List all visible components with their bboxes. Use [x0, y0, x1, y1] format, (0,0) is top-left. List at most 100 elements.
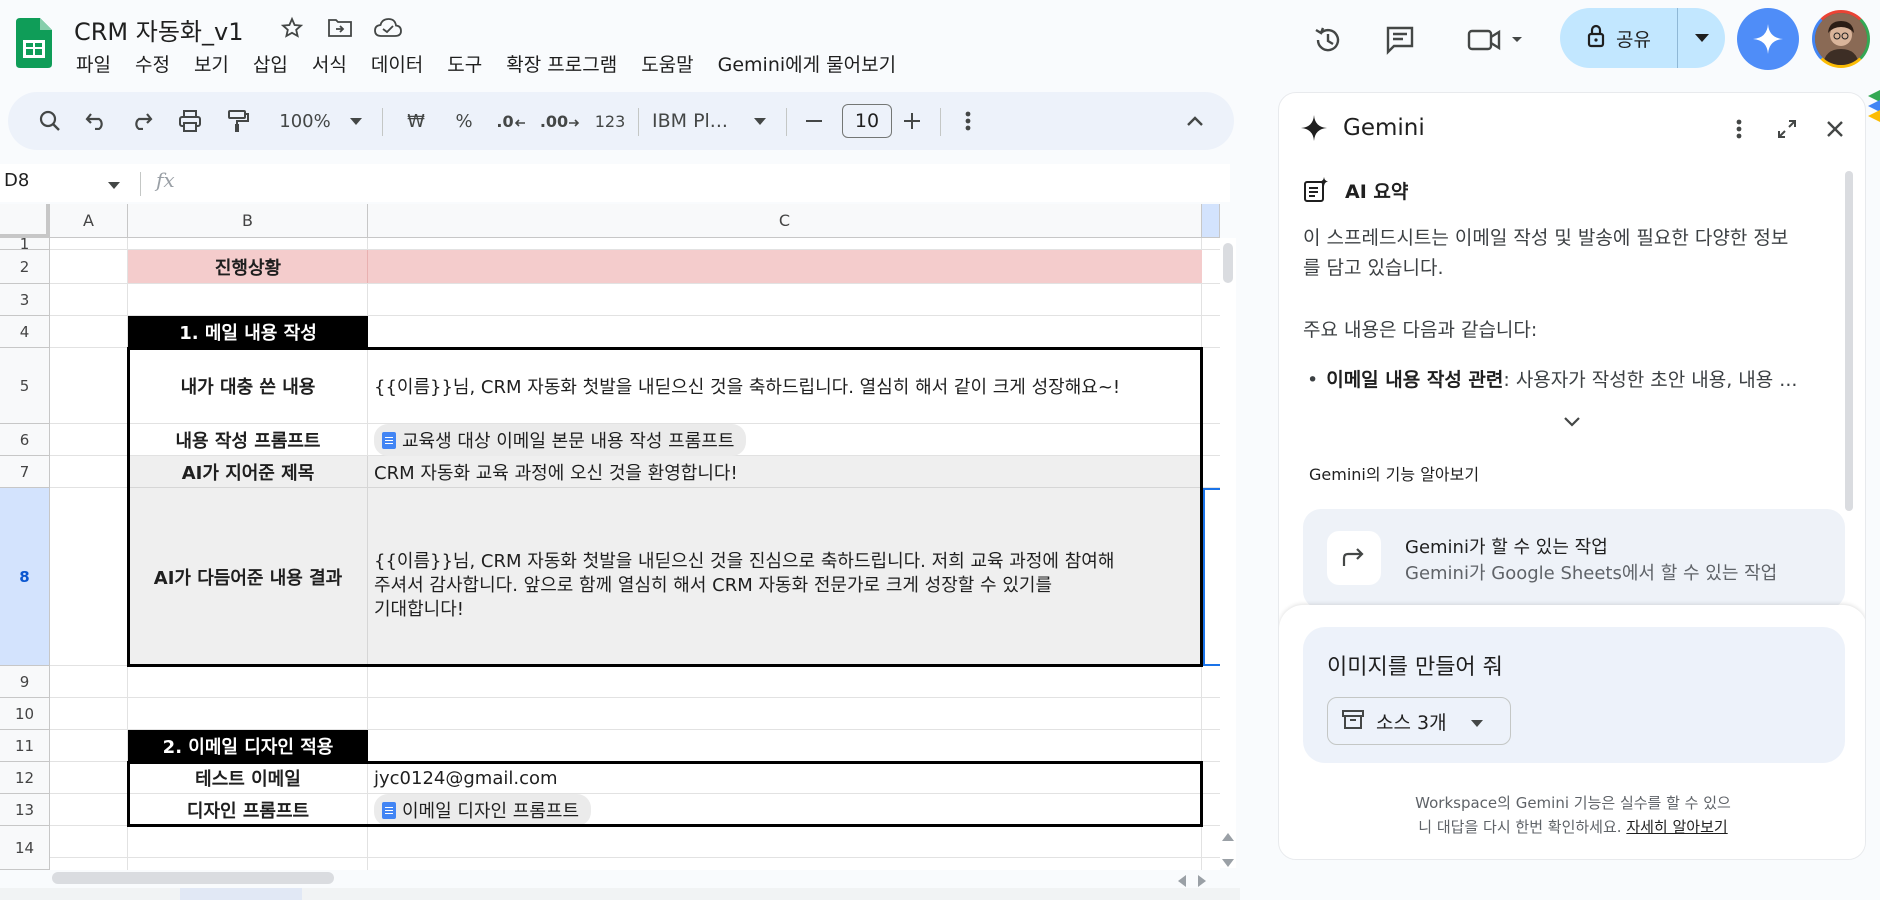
vertical-scroll-thumb[interactable] — [1223, 243, 1233, 283]
collapse-toolbar-icon[interactable] — [1178, 92, 1212, 150]
row-header-10[interactable]: 10 — [0, 698, 50, 730]
font-size-value: 10 — [854, 110, 880, 132]
currency-format-button[interactable]: ₩ — [400, 92, 432, 150]
menu-format[interactable]: 서식 — [300, 50, 359, 80]
selected-cell-d8[interactable] — [1203, 488, 1220, 666]
decrease-decimal-button[interactable]: .0 — [492, 92, 530, 150]
column-header-d[interactable] — [1202, 204, 1220, 238]
learn-gemini-label: Gemini의 기능 알아보기 — [1309, 465, 1480, 484]
more-formats-button[interactable]: 123 — [590, 92, 630, 150]
expand-summary-chevron-icon[interactable] — [1563, 413, 1581, 432]
scroll-down-icon[interactable] — [1222, 852, 1234, 871]
comments-icon[interactable] — [1380, 20, 1420, 60]
decrease-font-size-icon[interactable] — [798, 92, 830, 150]
scroll-up-icon[interactable] — [1222, 826, 1234, 845]
print-icon[interactable] — [170, 92, 210, 150]
row-header-12[interactable]: 12 — [0, 762, 50, 794]
summary-line: 를 담고 있습니다. — [1303, 257, 1444, 279]
avatar[interactable] — [1812, 10, 1870, 68]
menu-tools[interactable]: 도구 — [435, 50, 494, 80]
menu-insert[interactable]: 삽입 — [241, 50, 300, 80]
disclaimer-line: Workspace의 Gemini 기능은 실수를 할 수 있으 — [1415, 794, 1731, 812]
row-header-7[interactable]: 7 — [0, 456, 50, 488]
menu-view[interactable]: 보기 — [182, 50, 241, 80]
gemini-panel: Gemini AI 요약 이 스프레드시트는 이메일 작성 및 발송에 필요한 … — [1278, 92, 1866, 860]
sheets-logo-icon[interactable] — [14, 18, 52, 68]
menu-file[interactable]: 파일 — [64, 50, 123, 80]
move-folder-icon[interactable] — [326, 14, 354, 42]
row-header-4[interactable]: 4 — [0, 316, 50, 348]
status-label[interactable]: 진행상황 — [128, 250, 368, 283]
meet-icon[interactable] — [1462, 20, 1532, 60]
gridline — [50, 857, 1220, 858]
search-menus-icon[interactable] — [30, 92, 70, 150]
close-icon[interactable] — [1819, 113, 1851, 145]
font-select[interactable]: IBM Pl... — [652, 92, 742, 150]
sources-selector[interactable]: 소스 3개 — [1327, 697, 1511, 745]
paint-format-icon[interactable] — [218, 92, 258, 150]
row-header-5[interactable]: 5 — [0, 348, 50, 424]
horizontal-scroll-thumb[interactable] — [52, 872, 334, 884]
cloud-saved-icon[interactable] — [374, 14, 402, 42]
expand-icon[interactable] — [1771, 113, 1803, 145]
percent-format-button[interactable]: % — [448, 92, 480, 150]
row-header-2[interactable]: 2 — [0, 250, 50, 284]
gemini-capabilities-card[interactable]: Gemini가 할 수 있는 작업 Gemini가 Google Sheets에… — [1303, 509, 1845, 609]
sheet-tab[interactable] — [180, 888, 302, 900]
increase-font-size-icon[interactable] — [896, 92, 928, 150]
menu-edit[interactable]: 수정 — [123, 50, 182, 80]
undo-icon[interactable] — [76, 92, 116, 150]
menu-help[interactable]: 도움말 — [629, 50, 705, 80]
arrow-right-icon — [569, 119, 580, 127]
toolbar-divider — [638, 108, 639, 136]
font-size-input[interactable]: 10 — [842, 104, 892, 138]
name-box[interactable]: D8 — [4, 170, 29, 191]
font-dropdown-icon[interactable] — [750, 92, 770, 150]
gemini-toggle-button[interactable] — [1737, 8, 1799, 70]
summary-paragraph: 이 스프레드시트는 이메일 작성 및 발송에 필요한 다양한 정보 를 담고 있… — [1303, 223, 1843, 283]
section2-border — [127, 761, 1203, 827]
share-dropdown-icon[interactable] — [1678, 34, 1725, 42]
more-options-icon[interactable] — [954, 92, 982, 150]
vertical-scrollbar[interactable] — [1220, 238, 1236, 868]
redirect-arrow-icon — [1327, 531, 1381, 585]
menu-bar: 파일 수정 보기 삽입 서식 데이터 도구 확장 프로그램 도움말 Gemini… — [64, 50, 908, 80]
section-header-email-design[interactable]: 2. 이메일 디자인 적용 — [128, 730, 368, 762]
share-button[interactable]: 공유 — [1560, 8, 1725, 68]
learn-more-link[interactable]: 자세히 알아보기 — [1626, 818, 1727, 836]
row-header-9[interactable]: 9 — [0, 666, 50, 698]
zoom-select[interactable]: 100% — [270, 92, 340, 150]
column-header-c[interactable]: C — [368, 204, 1202, 238]
row-header-6[interactable]: 6 — [0, 424, 50, 456]
row-header-13[interactable]: 13 — [0, 794, 50, 826]
section-header-mail-content[interactable]: 1. 메일 내용 작성 — [128, 316, 368, 348]
toolbar-divider — [382, 108, 383, 136]
spreadsheet-grid[interactable]: A B C 1 2 3 4 5 6 7 8 9 10 11 12 13 14 진… — [0, 204, 1220, 870]
column-header-a[interactable]: A — [50, 204, 128, 238]
prompt-input[interactable]: 이미지를 만들어 줘 소스 3개 — [1303, 627, 1845, 763]
gridline — [50, 283, 1220, 284]
gemini-panel-title: Gemini — [1343, 115, 1425, 141]
column-header-b[interactable]: B — [128, 204, 368, 238]
version-history-icon[interactable] — [1308, 20, 1348, 60]
menu-extensions[interactable]: 확장 프로그램 — [494, 50, 629, 80]
gridline — [50, 697, 1220, 698]
row-header-1[interactable]: 1 — [0, 235, 50, 253]
row-header-8[interactable]: 8 — [0, 488, 50, 666]
name-box-dropdown-icon[interactable] — [108, 174, 120, 193]
zoom-dropdown-icon[interactable] — [346, 92, 366, 150]
document-title[interactable]: CRM 자동화_v1 — [74, 12, 243, 47]
increase-decimal-label: .00 — [539, 111, 569, 131]
row-header-11[interactable]: 11 — [0, 730, 50, 762]
row-header-3[interactable]: 3 — [0, 284, 50, 316]
more-vert-icon[interactable] — [1723, 113, 1755, 145]
gemini-scrollbar[interactable] — [1845, 171, 1853, 511]
menu-data[interactable]: 데이터 — [359, 50, 435, 80]
menu-ask-gemini[interactable]: Gemini에게 물어보기 — [706, 50, 908, 80]
row-header-14[interactable]: 14 — [0, 826, 50, 870]
redo-icon[interactable] — [122, 92, 162, 150]
font-value: IBM Pl... — [652, 110, 728, 132]
increase-decimal-button[interactable]: .00 — [538, 92, 582, 150]
star-icon[interactable] — [278, 14, 306, 42]
select-all-corner[interactable] — [0, 204, 50, 238]
